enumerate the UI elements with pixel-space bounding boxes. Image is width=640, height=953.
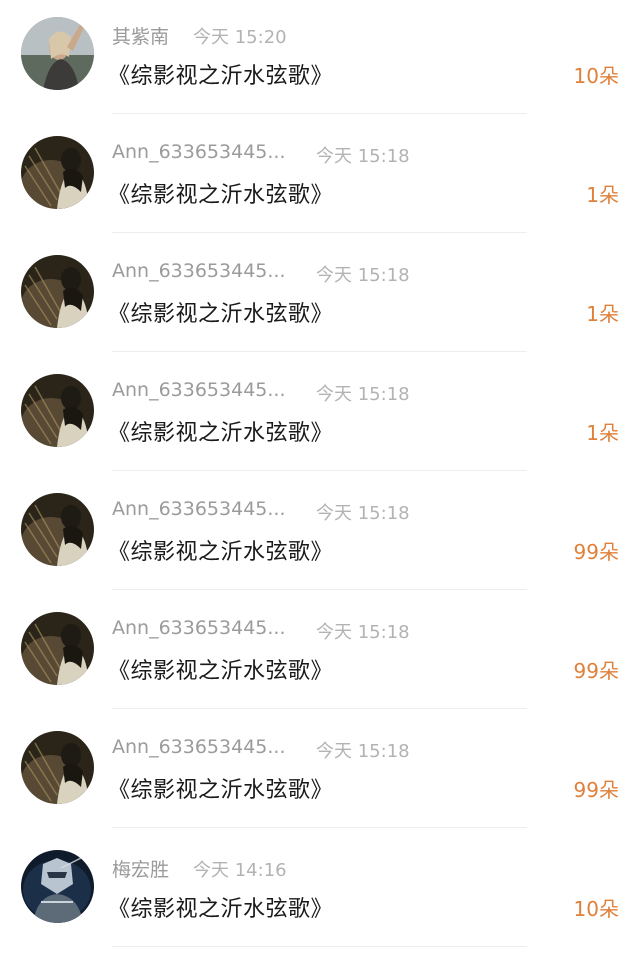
avatar[interactable]	[21, 136, 94, 209]
divider	[112, 113, 527, 114]
list-item[interactable]: Ann_633653445... 今天 15:18 《综影视之沂水弦歌》 1朵	[0, 238, 640, 357]
gift-count: 10朵	[573, 897, 619, 921]
user-avatar-dark-silhouette	[21, 493, 94, 566]
timestamp: 今天 15:18	[316, 146, 410, 167]
divider	[112, 470, 527, 471]
divider	[112, 946, 527, 947]
avatar[interactable]	[21, 493, 94, 566]
gift-record-list: 其紫南 今天 15:20 《综影视之沂水弦歌》 10朵 Ann_63365344…	[0, 0, 640, 952]
username[interactable]: Ann_633653445...	[112, 260, 286, 282]
divider	[112, 351, 527, 352]
avatar[interactable]	[21, 612, 94, 685]
avatar[interactable]	[21, 731, 94, 804]
avatar[interactable]	[21, 17, 94, 90]
gift-count: 1朵	[586, 183, 619, 207]
list-item[interactable]: 梅宏胜 今天 14:16 《综影视之沂水弦歌》 10朵	[0, 833, 640, 952]
divider	[112, 708, 527, 709]
novel-title[interactable]: 《综影视之沂水弦歌》	[108, 296, 333, 328]
avatar[interactable]	[21, 374, 94, 447]
user-avatar-armored-figure	[21, 850, 94, 923]
novel-title[interactable]: 《综影视之沂水弦歌》	[108, 415, 333, 447]
timestamp: 今天 14:16	[193, 860, 287, 881]
avatar[interactable]	[21, 850, 94, 923]
divider	[112, 827, 527, 828]
timestamp: 今天 15:18	[316, 741, 410, 762]
list-item[interactable]: Ann_633653445... 今天 15:18 《综影视之沂水弦歌》 99朵	[0, 595, 640, 714]
novel-title[interactable]: 《综影视之沂水弦歌》	[108, 177, 333, 209]
novel-title[interactable]: 《综影视之沂水弦歌》	[108, 653, 333, 685]
timestamp: 今天 15:18	[316, 384, 410, 405]
novel-title[interactable]: 《综影视之沂水弦歌》	[108, 772, 333, 804]
user-avatar-dark-silhouette	[21, 255, 94, 328]
avatar[interactable]	[21, 255, 94, 328]
username[interactable]: 其紫南	[112, 22, 169, 49]
gift-count: 99朵	[573, 540, 619, 564]
gift-count: 10朵	[573, 64, 619, 88]
gift-count: 1朵	[586, 421, 619, 445]
username[interactable]: Ann_633653445...	[112, 617, 286, 639]
user-avatar-woman-outdoors	[21, 17, 94, 90]
user-avatar-dark-silhouette	[21, 374, 94, 447]
timestamp: 今天 15:18	[316, 503, 410, 524]
gift-count: 99朵	[573, 659, 619, 683]
timestamp: 今天 15:18	[316, 622, 410, 643]
timestamp: 今天 15:20	[193, 27, 287, 48]
list-item[interactable]: Ann_633653445... 今天 15:18 《综影视之沂水弦歌》 99朵	[0, 476, 640, 595]
novel-title[interactable]: 《综影视之沂水弦歌》	[108, 534, 333, 566]
divider	[112, 232, 527, 233]
novel-title[interactable]: 《综影视之沂水弦歌》	[108, 891, 333, 923]
list-item[interactable]: Ann_633653445... 今天 15:18 《综影视之沂水弦歌》 1朵	[0, 357, 640, 476]
timestamp: 今天 15:18	[316, 265, 410, 286]
divider	[112, 589, 527, 590]
user-avatar-dark-silhouette	[21, 136, 94, 209]
novel-title[interactable]: 《综影视之沂水弦歌》	[108, 58, 333, 90]
username[interactable]: Ann_633653445...	[112, 379, 286, 401]
list-item[interactable]: Ann_633653445... 今天 15:18 《综影视之沂水弦歌》 1朵	[0, 119, 640, 238]
user-avatar-dark-silhouette	[21, 612, 94, 685]
gift-count: 1朵	[586, 302, 619, 326]
gift-count: 99朵	[573, 778, 619, 802]
list-item[interactable]: Ann_633653445... 今天 15:18 《综影视之沂水弦歌》 99朵	[0, 714, 640, 833]
user-avatar-dark-silhouette	[21, 731, 94, 804]
username[interactable]: Ann_633653445...	[112, 141, 286, 163]
list-item[interactable]: 其紫南 今天 15:20 《综影视之沂水弦歌》 10朵	[0, 0, 640, 119]
username[interactable]: Ann_633653445...	[112, 498, 286, 520]
username[interactable]: Ann_633653445...	[112, 736, 286, 758]
username[interactable]: 梅宏胜	[112, 855, 169, 882]
